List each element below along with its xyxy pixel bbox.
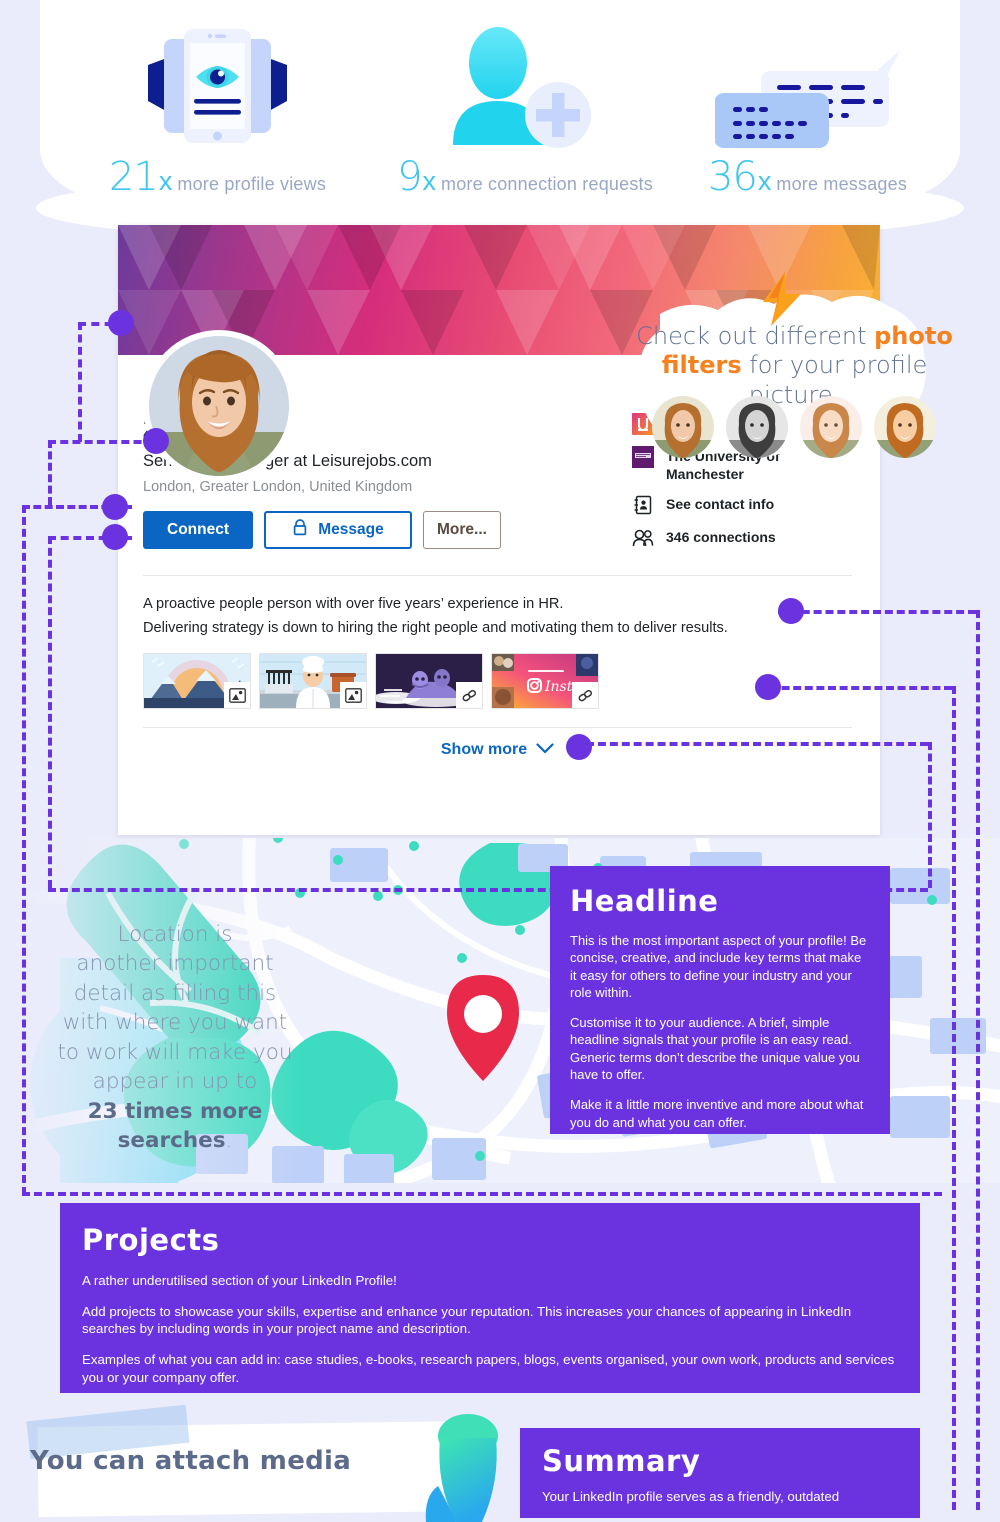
stat-number: 9 [397,154,422,200]
headline-panel: Headline This is the most important aspe… [550,866,890,1134]
about-line-1: A proactive people person with over five… [143,596,564,612]
connector-line [22,505,26,1195]
connector-line [48,440,52,505]
location-line-2: another important [76,951,274,977]
photo-filters-callout: Check out different photo filters for yo… [600,272,985,468]
connections-count: 346 connections [666,529,776,545]
filter-thumbnails [652,396,936,458]
callout-line1-a: Check out different [636,322,875,350]
location-note: Location is another important detail as … [34,920,316,1156]
chat-bubbles-icon [715,18,900,148]
stat-multiplier: x [757,166,772,196]
projects-panel-p2: Add projects to showcase your skills, ex… [82,1303,852,1337]
connector-dot [102,494,128,520]
mountain-sunrise-thumbnail[interactable] [143,653,251,710]
location-highlight: 23 times more searches [87,1098,263,1154]
image-badge-icon [224,682,250,709]
stat-caption: 21 x more profile views [109,154,326,200]
chevron-down-icon [536,741,554,759]
link-badge-icon [456,682,482,709]
lock-icon [292,519,308,541]
chef-kitchen-thumbnail[interactable] [259,653,367,710]
connector-dot [143,428,169,454]
connector-dot [566,734,592,760]
stat-number: 36 [707,154,758,200]
callout-highlight-photo: photo [874,322,953,350]
message-button[interactable]: Message [264,511,412,549]
connector-dot [108,310,134,336]
summary-panel-title: Summary [542,1444,701,1478]
infographic-stage: 21 x more profile views 9 x more connect… [0,0,1000,1522]
filter-original[interactable] [652,396,714,458]
projects-panel: Projects A rather underutilised section … [60,1203,920,1393]
location-line-5: to work will make you [57,1039,293,1065]
connector-line [770,686,952,690]
stat-label: more connection requests [441,174,653,194]
link-badge-icon [572,682,598,709]
stat-multiplier: x [158,166,173,196]
avatar [143,330,295,482]
person-add-icon [445,18,605,148]
connector-line [48,536,52,888]
stats-row: 21 x more profile views 9 x more connect… [40,20,960,200]
projects-panel-p3: Examples of what you can add in: case st… [82,1352,895,1385]
about-line-2: Delivering strategy is down to hiring th… [143,620,728,637]
lightning-bolt-icon [763,272,801,326]
filter-vivid[interactable] [874,396,936,458]
image-badge-icon [340,682,366,709]
headline-panel-p3: Make it a little more inventive and more… [570,1097,864,1130]
stat-label: more messages [776,174,908,194]
connector-dot [102,524,128,550]
location-period: . [225,1128,233,1154]
projects-panel-title: Projects [82,1223,220,1257]
connector-line [22,1192,942,1196]
stat-connection-requests: 9 x more connection requests [373,18,678,200]
filter-warm[interactable] [800,396,862,458]
phone-eye-icon [130,18,305,148]
summary-panel: Summary Your LinkedIn profile serves as … [520,1428,920,1518]
attach-media-note-text: You can attach media [30,1446,352,1476]
contact-card-icon [632,494,654,516]
stat-messages: 36 x more messages [678,18,938,200]
projects-panel-p1: A rather underutilised section of your L… [82,1273,397,1288]
connections-icon [632,527,654,549]
show-more-label: Show more [440,740,528,758]
bobsled-thumbnail[interactable] [375,653,483,710]
location-line-4: with where you want [62,1010,288,1036]
stat-label: more profile views [177,174,327,194]
instagram-thumbnail[interactable]: Instagram [491,653,599,710]
side-info-row[interactable]: See contact info [632,494,880,516]
pushpin-icon [425,1414,498,1522]
connector-dot [778,598,804,624]
location-line-3: detail as filling this [73,980,277,1006]
connector-line [976,610,980,1510]
callout-highlight-filters: filters [661,351,742,380]
connector-line [78,322,82,442]
media-attachments: Instagram [143,653,852,710]
connector-line [778,610,976,614]
side-info-label: See contact info [666,496,775,512]
connect-button[interactable]: Connect [143,511,253,549]
stat-number: 21 [108,154,159,200]
show-more-button[interactable]: Show more [143,727,852,771]
connector-line [928,742,932,888]
headline-panel-p2: Customise it to your audience. A brief, … [570,1015,860,1082]
filter-greyscale[interactable] [726,396,788,458]
stat-profile-views: 21 x more profile views [63,18,373,200]
message-button-label: Message [318,521,384,538]
connector-dot [755,674,781,700]
location-line-1: Location is [117,922,233,947]
stat-multiplier: x [422,166,437,196]
summary-panel-p1: Your LinkedIn profile serves as a friend… [542,1489,840,1504]
side-info-row-connections[interactable]: 346 connections [632,527,880,549]
more-button[interactable]: More... [423,511,501,549]
stat-caption: 36 x more messages [708,154,907,200]
location-line-6: appear in up to [92,1069,258,1095]
connector-line [952,686,956,1510]
connector-line [586,742,928,746]
headline-panel-p1: This is the most important aspect of you… [570,933,867,1000]
headline-panel-title: Headline [570,884,719,918]
stat-caption: 9 x more connection requests [397,154,653,200]
